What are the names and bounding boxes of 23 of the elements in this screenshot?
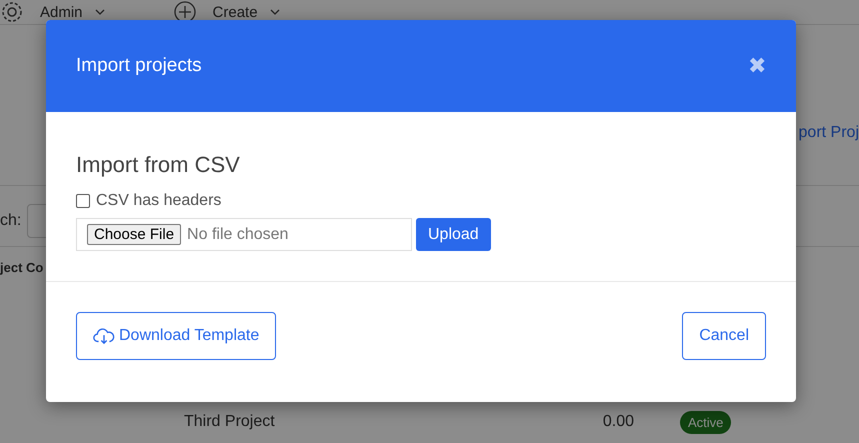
section-title: Import from CSV bbox=[76, 152, 241, 178]
caret-icon bbox=[94, 9, 105, 15]
table-cell-text: Third Project bbox=[184, 413, 276, 431]
dialog-title: Import projects bbox=[76, 55, 202, 77]
import-link[interactable]: port Proj bbox=[798, 124, 859, 142]
upload-button[interactable]: Upload bbox=[416, 218, 491, 251]
file-status: No file chosen bbox=[187, 226, 288, 244]
download-template-button[interactable]: Download Template bbox=[76, 312, 276, 360]
create-menu[interactable]: Create bbox=[212, 4, 258, 20]
checkbox[interactable] bbox=[76, 194, 90, 208]
cloud-download-icon bbox=[93, 327, 115, 345]
user-menu[interactable]: Admin bbox=[40, 4, 83, 20]
cancel-button[interactable]: Cancel bbox=[682, 312, 766, 360]
column-header: ject Co bbox=[0, 260, 44, 274]
file-input[interactable]: Choose File No file chosen bbox=[76, 218, 412, 251]
close-button[interactable]: ✖ bbox=[748, 53, 766, 79]
settings-icon[interactable] bbox=[0, 0, 24, 24]
checkbox-label: CSV has headers bbox=[96, 192, 222, 210]
search-label: ch: bbox=[0, 212, 22, 230]
status-badge: Active bbox=[680, 410, 732, 434]
choose-file-button[interactable]: Choose File bbox=[87, 224, 182, 245]
table-cell-text: 0.00 bbox=[602, 413, 634, 431]
caret-icon bbox=[270, 9, 280, 15]
